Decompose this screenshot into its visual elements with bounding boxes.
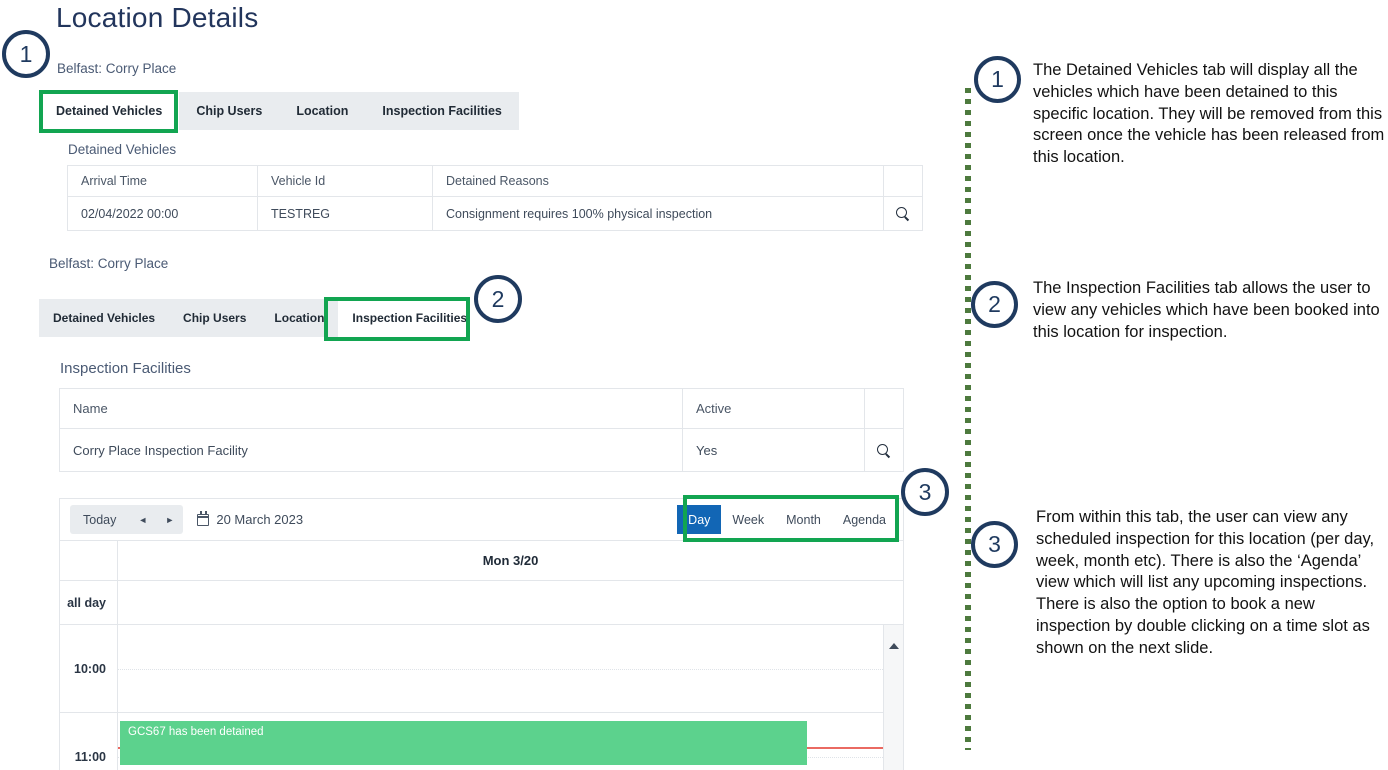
slide-canvas: Location Details Belfast: Corry Place De… <box>0 0 1388 770</box>
view-day-button[interactable]: Day <box>677 505 721 534</box>
half-hour-divider <box>118 669 903 670</box>
location-subheading-2: Belfast: Corry Place <box>49 256 168 271</box>
column-actions <box>865 389 904 429</box>
calendar-current-date: 20 March 2023 <box>197 512 303 527</box>
table-caption-detained-vehicles: Detained Vehicles <box>68 142 176 157</box>
calendar-date-label: 20 March 2023 <box>216 512 303 527</box>
tab-bar-detained-vehicles: Detained Vehicles Chip Users Location In… <box>39 92 519 130</box>
table-caption-inspection-facilities: Inspection Facilities <box>60 360 191 377</box>
tab2-detained-vehicles[interactable]: Detained Vehicles <box>39 299 169 337</box>
tab-location[interactable]: Location <box>279 92 365 130</box>
column-detained-reasons: Detained Reasons <box>433 166 884 197</box>
annotation-text-2: The Inspection Facilities tab allows the… <box>1033 278 1388 343</box>
tab-detained-vehicles[interactable]: Detained Vehicles <box>39 92 179 130</box>
scroll-up-icon[interactable] <box>889 643 899 649</box>
today-button[interactable]: Today <box>70 505 129 534</box>
tab2-location[interactable]: Location <box>260 299 338 337</box>
vertical-dotted-divider <box>965 88 971 750</box>
cell-arrival-time: 02/04/2022 00:00 <box>68 197 258 231</box>
callout-marker-2: 2 <box>474 275 522 323</box>
table-header-row: Arrival Time Vehicle Id Detained Reasons <box>68 166 923 197</box>
calendar-event[interactable]: GCS67 has been detained <box>120 721 807 765</box>
page-title: Location Details <box>56 2 258 34</box>
allday-label: all day <box>60 581 118 624</box>
view-month-button[interactable]: Month <box>775 505 832 534</box>
row-view-button[interactable] <box>884 197 923 231</box>
calendar-header-row: Mon 3/20 <box>60 541 903 581</box>
table-row[interactable]: 02/04/2022 00:00 TESTREG Consignment req… <box>68 197 923 231</box>
table-row[interactable]: Corry Place Inspection Facility Yes <box>60 429 904 472</box>
column-arrival-time: Arrival Time <box>68 166 258 197</box>
hour-slot-10[interactable] <box>118 625 903 712</box>
calendar-grid: Mon 3/20 all day 10:00 11:00 GCS67 has b… <box>60 541 903 770</box>
annotation-marker-3: 3 <box>971 521 1018 568</box>
cell-facility-active: Yes <box>683 429 865 472</box>
calendar-hour-row-11[interactable]: 11:00 GCS67 has been detained <box>60 713 903 770</box>
detained-vehicles-table: Arrival Time Vehicle Id Detained Reasons… <box>67 165 923 231</box>
view-week-button[interactable]: Week <box>721 505 775 534</box>
calendar-day-header: Mon 3/20 <box>118 541 903 580</box>
search-icon <box>877 444 891 458</box>
column-vehicle-id: Vehicle Id <box>258 166 433 197</box>
calendar-allday-row[interactable]: all day <box>60 581 903 625</box>
tab-bar-inspection-facilities: Detained Vehicles Chip Users Location In… <box>39 299 481 337</box>
cell-vehicle-id: TESTREG <box>258 197 433 231</box>
view-agenda-button[interactable]: Agenda <box>832 505 897 534</box>
calendar-icon <box>197 514 209 526</box>
next-day-button[interactable]: ► <box>156 505 183 534</box>
tab2-inspection-facilities[interactable]: Inspection Facilities <box>338 299 481 337</box>
search-icon <box>896 207 910 221</box>
cell-detained-reasons: Consignment requires 100% physical inspe… <box>433 197 884 231</box>
table-header-row: Name Active <box>60 389 904 429</box>
calendar-scrollbar[interactable] <box>883 625 903 770</box>
column-name: Name <box>60 389 683 429</box>
callout-marker-3: 3 <box>901 468 949 516</box>
prev-day-button[interactable]: ◄ <box>129 505 156 534</box>
allday-slot[interactable] <box>118 581 903 624</box>
tab-chip-users[interactable]: Chip Users <box>179 92 279 130</box>
column-active: Active <box>683 389 865 429</box>
tab-inspection-facilities[interactable]: Inspection Facilities <box>365 92 518 130</box>
annotation-marker-1: 1 <box>974 56 1021 103</box>
row-view-button[interactable] <box>865 429 904 472</box>
annotation-text-3: From within this tab, the user can view … <box>1036 507 1378 659</box>
column-actions <box>884 166 923 197</box>
calendar-nav-group: Today ◄ ► <box>70 505 183 534</box>
calendar-view-switcher: Day Week Month Agenda <box>677 499 897 540</box>
annotation-marker-2: 2 <box>971 281 1018 328</box>
cell-facility-name: Corry Place Inspection Facility <box>60 429 683 472</box>
hour-label-11: 11:00 <box>60 713 118 770</box>
calendar-hour-row-10[interactable]: 10:00 <box>60 625 903 713</box>
calendar-toolbar: Today ◄ ► 20 March 2023 Day Week Month A… <box>60 499 903 541</box>
callout-marker-1: 1 <box>2 30 50 78</box>
inspection-calendar: Today ◄ ► 20 March 2023 Day Week Month A… <box>59 498 904 770</box>
tab2-chip-users[interactable]: Chip Users <box>169 299 260 337</box>
calendar-gutter-blank <box>60 541 118 580</box>
inspection-facilities-table: Name Active Corry Place Inspection Facil… <box>59 388 904 472</box>
hour-label-10: 10:00 <box>60 625 118 712</box>
hour-slot-11[interactable]: GCS67 has been detained <box>118 713 903 770</box>
location-subheading-1: Belfast: Corry Place <box>57 61 176 76</box>
annotation-text-1: The Detained Vehicles tab will display a… <box>1033 60 1388 169</box>
